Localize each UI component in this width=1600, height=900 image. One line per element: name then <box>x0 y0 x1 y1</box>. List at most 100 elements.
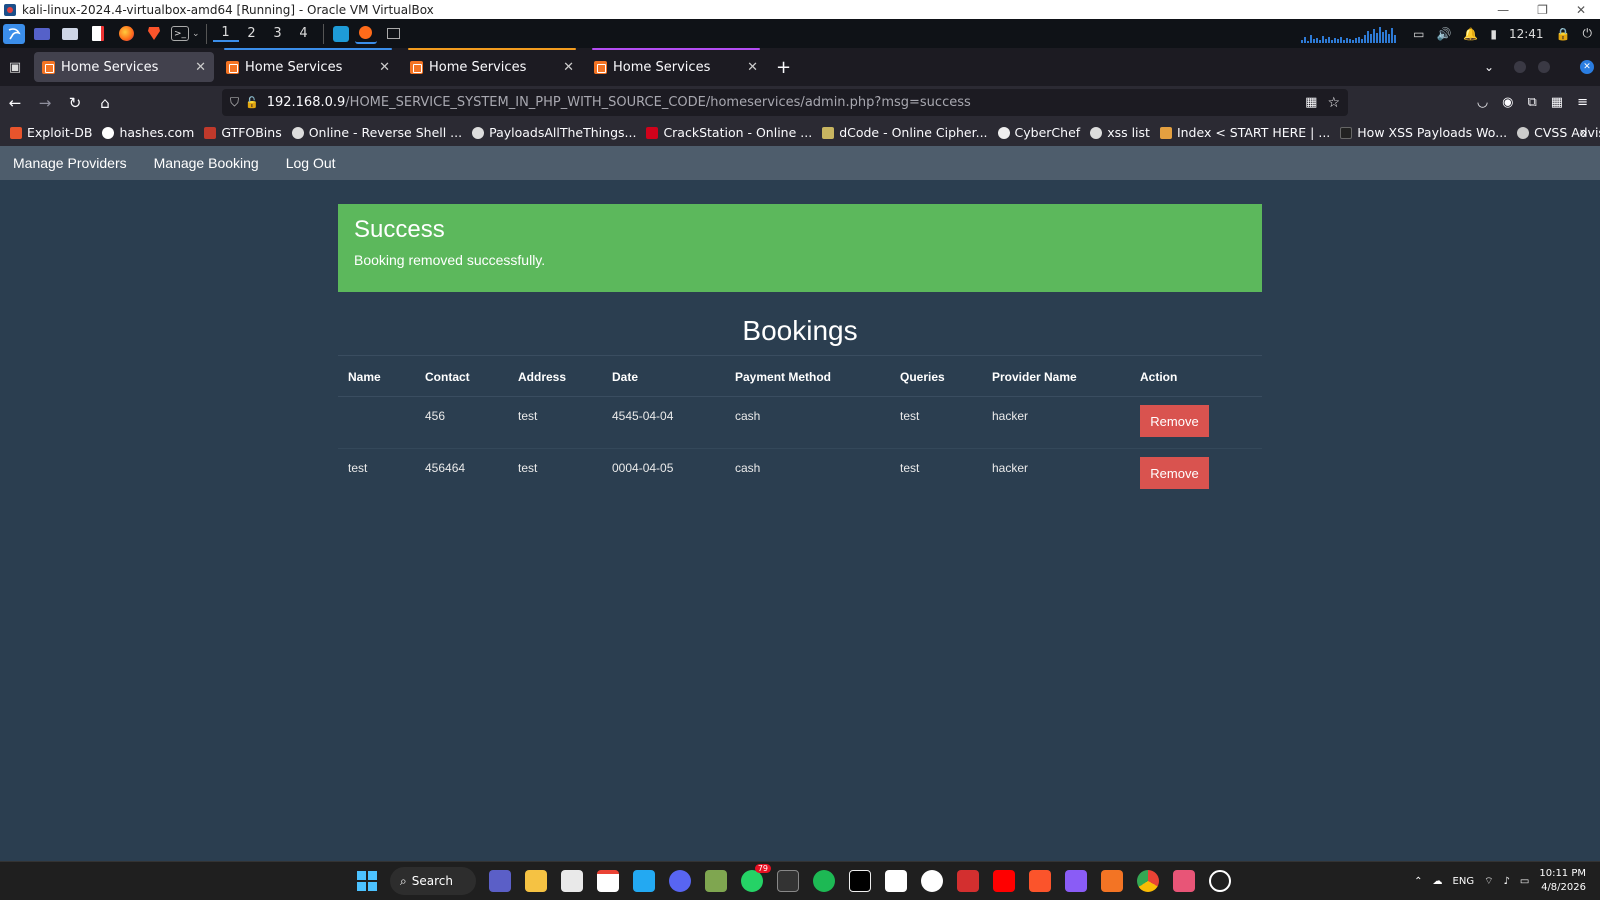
bookmark-item[interactable]: PayloadsAllTheThings... <box>472 125 636 140</box>
vscode-icon[interactable] <box>633 870 655 892</box>
bookmark-item[interactable]: GTFOBins <box>204 125 282 140</box>
github-icon[interactable] <box>921 870 943 892</box>
shield-icon[interactable]: ⛉ <box>230 95 239 110</box>
bookmark-item[interactable]: dCode - Online Cipher... <box>822 125 988 140</box>
workspace-3[interactable]: 3 <box>265 26 291 41</box>
gmail-icon[interactable] <box>597 870 619 892</box>
xampp-icon[interactable] <box>1101 870 1123 892</box>
extensions-icon[interactable]: ⧉ <box>1528 95 1537 110</box>
chevron-up-icon[interactable]: ⌃ <box>1414 876 1422 887</box>
cloud-icon[interactable]: ☁ <box>1433 876 1443 887</box>
wifi-icon[interactable]: ⌔ <box>1484 875 1493 888</box>
terminal-icon[interactable] <box>777 870 799 892</box>
power-icon[interactable]: ⏻ <box>1583 26 1593 41</box>
nav-manage-booking[interactable]: Manage Booking <box>154 155 259 171</box>
lock-icon[interactable]: 🔓 <box>245 96 259 109</box>
notion-icon[interactable] <box>849 870 871 892</box>
youtube-icon[interactable] <box>993 870 1015 892</box>
font-app-icon[interactable] <box>885 870 907 892</box>
forward-icon[interactable]: → <box>30 94 60 112</box>
close-tab-icon[interactable]: ✕ <box>195 60 206 75</box>
panel-clock[interactable]: 12:41 <box>1509 27 1544 41</box>
close-tab-icon[interactable]: ✕ <box>747 60 758 75</box>
text-editor-icon[interactable] <box>87 24 109 44</box>
apps-grid-icon[interactable]: ▦ <box>1551 95 1563 110</box>
bookmark-item[interactable]: Exploit-DB <box>10 125 92 140</box>
brave-icon[interactable] <box>1029 870 1051 892</box>
taskbar-clock[interactable]: 10:11 PM 4/8/2026 <box>1539 867 1586 895</box>
bookmark-item[interactable]: hashes.com <box>102 125 194 140</box>
workspace-1[interactable]: 1 <box>212 25 239 42</box>
teams-icon[interactable] <box>489 870 511 892</box>
windows-start-icon[interactable] <box>357 871 377 891</box>
close-tab-icon[interactable]: ✕ <box>563 60 574 75</box>
battery-icon[interactable]: ▮ <box>1490 27 1497 41</box>
chatgpt-icon[interactable] <box>1209 870 1231 892</box>
bookmark-item[interactable]: Index < START HERE | ... <box>1159 125 1330 140</box>
remove-button[interactable]: Remove <box>1140 405 1209 437</box>
tab-overflow-chevron-icon[interactable]: ⌄ <box>1484 60 1494 74</box>
close-window-button[interactable]: ✕ <box>1576 3 1586 17</box>
notification-icon[interactable]: 🔔 <box>1463 27 1478 41</box>
home-icon[interactable]: ⌂ <box>90 94 120 112</box>
chrome-icon[interactable] <box>1137 870 1159 892</box>
language-indicator[interactable]: ENG <box>1453 876 1475 887</box>
tab-list-icon[interactable]: ▣ <box>0 60 30 75</box>
pocket-icon[interactable]: ◡ <box>1477 95 1488 110</box>
bookmark-item[interactable]: xss list <box>1090 125 1150 140</box>
browser-tab[interactable]: Home Services ✕ <box>586 48 766 82</box>
minimize-button[interactable]: — <box>1497 3 1509 17</box>
workspace-4[interactable]: 4 <box>291 26 317 41</box>
battery-icon[interactable]: ▭ <box>1520 876 1529 887</box>
firefox-task-icon[interactable] <box>354 24 377 44</box>
new-tab-button[interactable]: + <box>776 57 791 78</box>
remove-button[interactable]: Remove <box>1140 457 1209 489</box>
app-icon[interactable] <box>1065 870 1087 892</box>
volume-icon[interactable]: ♪ <box>1504 876 1510 887</box>
spotify-icon[interactable] <box>813 870 835 892</box>
volume-icon[interactable]: 🔊 <box>1436 27 1451 41</box>
back-icon[interactable]: ← <box>0 94 30 112</box>
restore-button[interactable]: ❐ <box>1537 3 1548 17</box>
desktop-icon[interactable] <box>31 24 53 44</box>
file-manager-icon[interactable] <box>59 24 81 44</box>
menu-icon[interactable]: ≡ <box>1577 95 1588 110</box>
minimize-dot-icon[interactable] <box>1514 61 1526 73</box>
file-explorer-icon[interactable] <box>525 870 547 892</box>
firefox-icon[interactable] <box>115 24 137 44</box>
browser-tab[interactable]: Home Services ✕ <box>218 48 398 82</box>
bookmark-item[interactable]: How XSS Payloads Wo... <box>1340 125 1507 140</box>
bookmarks-overflow-icon[interactable]: » <box>1579 125 1588 141</box>
terminal-icon[interactable]: >_ <box>171 26 189 41</box>
kali-menu-icon[interactable] <box>3 23 25 44</box>
url-bar[interactable]: ⛉ 🔓 192.168.0.9/HOME_SERVICE_SYSTEM_IN_P… <box>222 89 1348 116</box>
chess-icon[interactable] <box>705 870 727 892</box>
maximize-dot-icon[interactable] <box>1538 61 1550 73</box>
bookmark-item[interactable]: Online - Reverse Shell ... <box>291 125 462 140</box>
whatsapp-icon[interactable]: 79 <box>741 864 771 892</box>
nav-log-out[interactable]: Log Out <box>286 155 336 171</box>
brave-icon[interactable] <box>143 24 165 44</box>
workspace-2[interactable]: 2 <box>239 26 265 41</box>
bookmark-star-icon[interactable]: ☆ <box>1327 95 1340 111</box>
nav-manage-providers[interactable]: Manage Providers <box>13 155 127 171</box>
chevron-down-icon[interactable]: ⌄ <box>192 29 200 39</box>
terminal-task-icon[interactable] <box>383 24 405 44</box>
discord-icon[interactable] <box>669 870 691 892</box>
hacker-app-icon[interactable] <box>957 870 979 892</box>
close-browser-icon[interactable]: ✕ <box>1580 60 1594 74</box>
display-icon[interactable]: ▭ <box>1413 27 1424 41</box>
store-icon[interactable] <box>561 870 583 892</box>
qr-code-icon[interactable]: ▦ <box>1305 95 1317 110</box>
close-tab-icon[interactable]: ✕ <box>379 60 390 75</box>
taskbar-search[interactable]: ⌕ Search <box>390 867 476 895</box>
bookmark-item[interactable]: CrackStation - Online ... <box>646 125 812 140</box>
app-icon[interactable] <box>1173 870 1195 892</box>
lock-icon[interactable]: 🔒 <box>1556 27 1571 41</box>
browser-tab[interactable]: Home Services ✕ <box>34 52 214 82</box>
browser-tab[interactable]: Home Services ✕ <box>402 48 582 82</box>
bookmark-item[interactable]: CyberChef <box>997 125 1080 140</box>
reload-icon[interactable]: ↻ <box>60 94 90 112</box>
account-icon[interactable]: ◉ <box>1502 95 1513 110</box>
app-icon[interactable] <box>332 25 349 42</box>
